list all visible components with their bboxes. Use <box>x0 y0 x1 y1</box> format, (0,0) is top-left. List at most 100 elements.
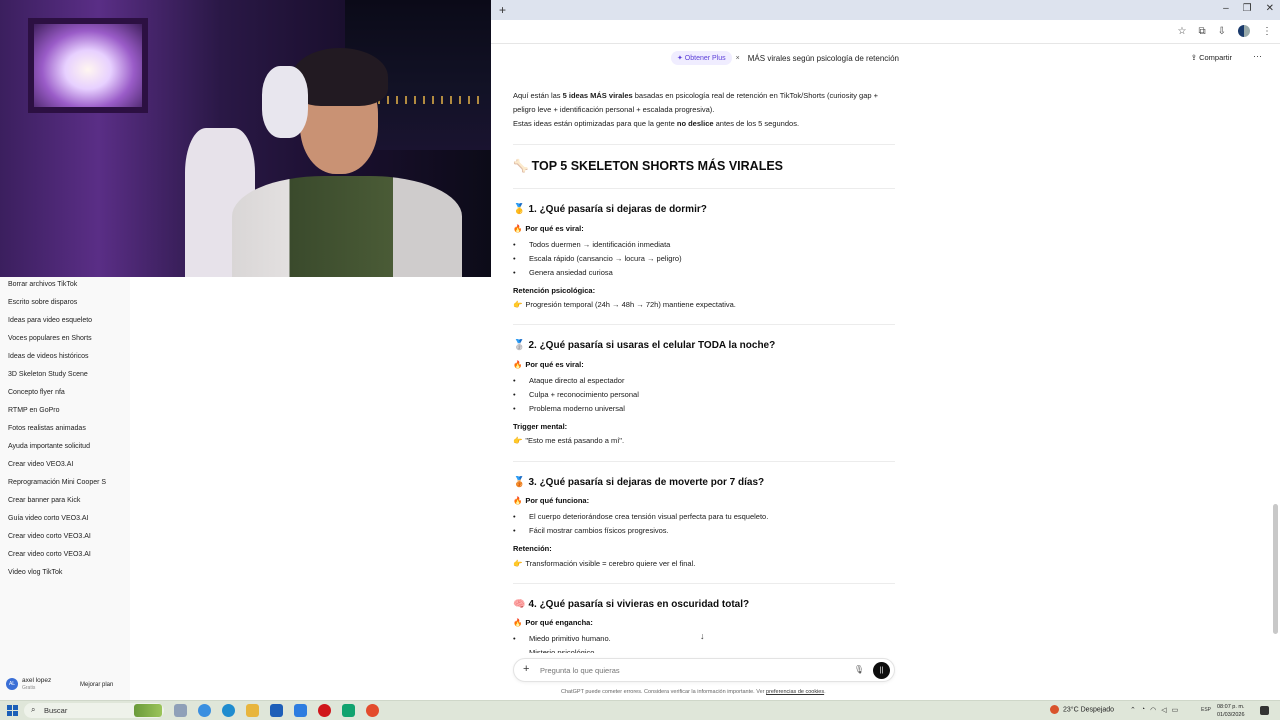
sidebar-chat-item[interactable]: 3D Skeleton Study Scene <box>8 371 88 378</box>
idea-4-why-label: 🔥 Por qué engancha: <box>513 618 593 627</box>
fire-icon: 🔥 <box>513 360 523 369</box>
volume-icon[interactable]: ◁ <box>1161 706 1166 714</box>
clock-date: 01/03/2026 <box>1217 712 1245 718</box>
share-button[interactable]: ⇪ Compartir <box>1191 53 1232 62</box>
dismiss-plus-icon[interactable]: × <box>736 55 740 62</box>
sidebar-chat-item[interactable]: Borrar archivos TikTok <box>8 281 77 288</box>
user-name: axel lopez <box>22 677 52 684</box>
taskbar-search[interactable]: ⌕ Buscar <box>24 703 164 718</box>
weather-widget[interactable]: 23°C Despejado <box>1050 705 1114 714</box>
pointing-hand-icon: 👉 <box>513 300 523 309</box>
taskbar-apps <box>174 704 379 717</box>
user-plan: Gratis <box>22 685 36 691</box>
opera-icon[interactable] <box>318 704 331 717</box>
sidebar-chat-item[interactable]: Crear banner para Kick <box>8 497 80 504</box>
bookmark-star-icon[interactable]: ☆ <box>1178 26 1187 37</box>
new-tab-button[interactable]: + <box>499 3 506 17</box>
list-item: Todos duermen → identificación inmediata <box>513 240 670 249</box>
copilot-icon[interactable] <box>198 704 211 717</box>
brain-icon: 🧠 <box>513 599 526 610</box>
language-indicator[interactable]: ESP <box>1201 707 1211 713</box>
profile-avatar-icon[interactable] <box>1238 25 1250 37</box>
idea-2-sub-label: Trigger mental: <box>513 422 568 431</box>
sidebar-chat-item[interactable]: Crear video VEO3.AI <box>8 461 73 468</box>
voice-mode-button[interactable]: || <box>873 662 890 679</box>
clock-time: 08:07 p. m. <box>1217 704 1245 710</box>
obs-app-icon[interactable] <box>342 704 355 717</box>
network-icon[interactable]: ◔ <box>1141 706 1145 714</box>
sidebar-chat-item[interactable]: Escrito sobre disparos <box>8 299 77 306</box>
user-profile[interactable]: AL axel lopez Gratis <box>6 677 51 691</box>
list-item: El cuerpo deteriorándose crea tensión vi… <box>513 512 768 521</box>
chat-title[interactable]: MÁS virales según psicología de retenció… <box>748 54 899 63</box>
downloads-icon[interactable]: ⇩ <box>1218 26 1226 37</box>
sidebar-chat-item[interactable]: Ayuda importante solicitud <box>8 443 90 450</box>
store-icon[interactable] <box>270 704 283 717</box>
list-item: Escala rápido (cansancio → locura → peli… <box>513 254 682 263</box>
microphone-icon[interactable]: 🎙 <box>854 665 864 674</box>
upgrade-plan-button[interactable]: Mejorar plan <box>80 682 113 688</box>
sidebar-chat-item[interactable]: Voces populares en Shorts <box>8 335 92 342</box>
sidebar-chat-item[interactable]: RTMP en GoPro <box>8 407 60 414</box>
sidebar-chat-item[interactable]: Fotos realistas animadas <box>8 425 86 432</box>
chat-header: ✦ Obtener Plus × MÁS virales según psico… <box>671 50 899 66</box>
idea-2-why-label: 🔥 Por qué es viral: <box>513 360 584 369</box>
sidebar-chat-item[interactable]: Ideas de videos históricos <box>8 353 89 360</box>
prompt-input[interactable] <box>540 666 840 675</box>
sidebar-chat-item[interactable]: Guía video corto VEO3.AI <box>8 515 89 522</box>
tray-chevron-icon[interactable]: ⌃ <box>1130 706 1136 714</box>
intro-line-1: Aquí están las 5 ideas MÁS virales basad… <box>513 91 879 100</box>
sidebar-chat-item[interactable]: Video vlog TikTok <box>8 569 62 576</box>
idea-2-title: 🥈 2. ¿Qué pasaría si usaras el celular TO… <box>513 340 776 351</box>
idea-1-why-label: 🔥 Por qué es viral: <box>513 224 584 233</box>
edge-icon[interactable] <box>222 704 235 717</box>
browser-toolbar: ☆ ⧉ ⇩ ⋮ <box>491 20 1280 44</box>
browser-menu-icon[interactable]: ⋮ <box>1262 26 1272 37</box>
idea-3-sub-text: 👉 Transformación visible = cerebro quiere… <box>513 559 696 568</box>
gold-medal-icon: 🥇 <box>513 204 526 215</box>
chrome-icon[interactable] <box>366 704 379 717</box>
divider <box>513 583 895 584</box>
file-explorer-icon[interactable] <box>246 704 259 717</box>
chat-history-sidebar: Borrar archivos TikTok Escrito sobre dis… <box>0 277 130 700</box>
photos-icon[interactable] <box>294 704 307 717</box>
user-avatar: AL <box>6 678 18 690</box>
sidebar-chat-item[interactable]: Reprogramación Mini Cooper S <box>8 479 106 486</box>
idea-2-sub-text: 👉 "Esto me está pasando a mí". <box>513 436 625 445</box>
bronze-medal-icon: 🥉 <box>513 477 526 488</box>
divider <box>513 324 895 325</box>
notifications-icon[interactable] <box>1260 706 1269 715</box>
task-view-icon[interactable] <box>174 704 187 717</box>
minimize-button[interactable]: – <box>1223 3 1229 14</box>
main-heading: 🦴 TOP 5 SKELETON SHORTS MÁS VIRALES <box>513 159 784 173</box>
scroll-down-icon[interactable]: ↓ <box>700 631 705 641</box>
sidebar-chat-item[interactable]: Crear video corto VEO3.AI <box>8 551 91 558</box>
extensions-icon[interactable]: ⧉ <box>1198 26 1205 37</box>
divider <box>513 144 895 145</box>
fire-icon: 🔥 <box>513 496 523 505</box>
attach-plus-icon[interactable]: + <box>523 663 529 675</box>
more-options-icon[interactable]: ··· <box>1253 51 1262 61</box>
sidebar-chat-item[interactable]: Concepto flyer nfa <box>8 389 65 396</box>
clock[interactable]: 08:07 p. m. 01/03/2026 <box>1217 703 1245 719</box>
start-button-icon[interactable] <box>7 705 18 716</box>
sidebar-chat-item[interactable]: Crear video corto VEO3.AI <box>8 533 91 540</box>
cookie-preferences-link[interactable]: preferencias de cookies <box>766 689 824 695</box>
silver-medal-icon: 🥈 <box>513 340 526 351</box>
fire-icon: 🔥 <box>513 224 523 233</box>
wifi-icon[interactable]: ◠ <box>1150 706 1156 714</box>
search-highlight-thumbnail <box>134 704 162 717</box>
intro-line-2: peligro leve + identificación personal +… <box>513 105 715 114</box>
restore-button[interactable]: ❐ <box>1243 3 1252 14</box>
sidebar-chat-item[interactable]: Ideas para video esqueleto <box>8 317 92 324</box>
idea-1-sub-label: Retención psicológica: <box>513 286 596 295</box>
list-item: Fácil mostrar cambios físicos progresivo… <box>513 526 669 535</box>
scrollbar[interactable] <box>1273 504 1278 634</box>
share-icon: ⇪ <box>1190 53 1200 62</box>
get-plus-button[interactable]: ✦ Obtener Plus <box>671 51 732 65</box>
list-item: Misterio psicológico. <box>519 648 597 653</box>
battery-icon[interactable]: ▭ <box>1172 706 1179 714</box>
close-window-button[interactable]: ✕ <box>1266 3 1274 14</box>
message-composer: + 🎙 || <box>513 658 895 682</box>
divider <box>513 188 895 189</box>
